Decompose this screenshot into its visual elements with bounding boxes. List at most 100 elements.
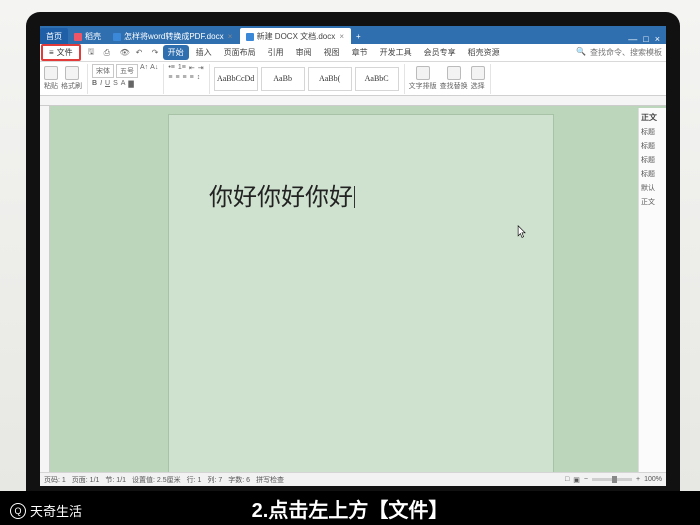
window-max-icon[interactable]: □ (643, 34, 648, 44)
style-normal[interactable]: AaBbCcDd (214, 67, 258, 91)
document-page[interactable]: 你好你好你好 (168, 114, 554, 472)
align-left-icon[interactable]: ≡ (168, 74, 172, 81)
style-item[interactable]: 标题 (641, 141, 664, 151)
word-icon (246, 33, 254, 41)
tab-view[interactable]: 视图 (319, 45, 345, 60)
title-tab-bar: 首页 稻壳 怎样将word转换成PDF.docx × 新建 DOCX 文档.do… (40, 26, 666, 44)
tab-reference[interactable]: 引用 (263, 45, 289, 60)
tab-review[interactable]: 审阅 (291, 45, 317, 60)
watermark-icon: Q (10, 503, 26, 519)
text-tools-label: 文字排版 (409, 81, 437, 91)
word-icon (113, 33, 121, 41)
number-list-icon[interactable]: 1≡ (178, 64, 186, 72)
status-line: 行: 1 (187, 475, 202, 485)
strike-icon[interactable]: S (113, 80, 118, 88)
ribbon-toolbar: 粘贴 格式刷 宋体 五号 A↑ A↓ B I U S (40, 62, 666, 96)
file-label: 文件 (57, 47, 73, 58)
watermark-text: 天奇生活 (30, 501, 82, 520)
style-item[interactable]: 标题 (641, 127, 664, 137)
redo-icon[interactable]: ↷ (147, 46, 161, 59)
undo-icon[interactable]: ↶ (131, 46, 145, 59)
status-bar: 页码: 1 页面: 1/1 节: 1/1 设置值: 2.5厘米 行: 1 列: … (40, 472, 666, 486)
tab-start[interactable]: 开始 (163, 45, 189, 60)
window-min-icon[interactable]: — (628, 34, 637, 44)
styles-pane: 正文 标题 标题 标题 标题 默认 正文 (638, 108, 666, 472)
tab-member[interactable]: 会员专享 (419, 45, 461, 60)
close-icon[interactable]: × (227, 32, 234, 41)
tab-section[interactable]: 章节 (347, 45, 373, 60)
doc-tab-2[interactable]: 新建 DOCX 文档.docx × (240, 28, 352, 44)
vertical-ruler[interactable] (40, 106, 50, 472)
home-tab[interactable]: 首页 (40, 28, 68, 44)
doc-tab-label: 稻壳 (85, 31, 101, 42)
align-justify-icon[interactable]: ≡ (190, 74, 194, 81)
style-item[interactable]: 默认 (641, 183, 664, 193)
tab-insert[interactable]: 插入 (191, 45, 217, 60)
caption-text: 2.点击左上方【文件】 (252, 494, 449, 523)
style-h1[interactable]: AaBb (261, 67, 305, 91)
status-section: 节: 1/1 (105, 475, 126, 485)
tab-dev[interactable]: 开发工具 (375, 45, 417, 60)
indent-inc-icon[interactable]: ⇥ (198, 64, 204, 72)
horizontal-ruler[interactable] (40, 96, 666, 106)
increase-font-icon[interactable]: A↑ (140, 64, 148, 78)
select-label: 选择 (471, 81, 485, 91)
zoom-in-icon[interactable]: + (636, 476, 640, 483)
italic-icon[interactable]: I (100, 80, 102, 88)
preview-icon[interactable]: 👁 (115, 46, 129, 59)
view-mode-icon[interactable]: ▣ (573, 476, 580, 484)
status-spell[interactable]: 拼写检查 (256, 475, 284, 485)
zoom-slider[interactable] (592, 478, 632, 481)
tab-layout[interactable]: 页面布局 (219, 45, 261, 60)
watermark: Q 天奇生活 (10, 501, 82, 520)
bold-icon[interactable]: B (92, 80, 97, 88)
style-item[interactable]: 标题 (641, 155, 664, 165)
view-mode-icon[interactable]: □ (565, 476, 569, 483)
underline-icon[interactable]: U (105, 80, 110, 88)
format-painter-button[interactable]: 格式刷 (61, 66, 82, 91)
status-pos: 设置值: 2.5厘米 (132, 475, 181, 485)
font-name-select[interactable]: 宋体 (92, 64, 114, 78)
close-icon[interactable]: × (338, 32, 345, 41)
doc-tab-0[interactable]: 稻壳 (68, 28, 107, 44)
print-icon[interactable]: ⎙ (99, 46, 113, 60)
window-close-icon[interactable]: × (655, 34, 660, 44)
search-placeholder[interactable]: 查找命令、搜索模板 (590, 47, 662, 58)
text-tools-button[interactable]: 文字排版 (409, 66, 437, 91)
select-button[interactable]: 选择 (471, 66, 485, 91)
search-icon[interactable]: 🔍 (576, 47, 586, 58)
window-controls: — □ × (628, 34, 666, 44)
file-menu-button[interactable]: ≡ 文件 (41, 44, 81, 61)
find-icon (447, 66, 461, 80)
styles-pane-title: 正文 (641, 112, 664, 123)
style-h3[interactable]: AaBbC (355, 67, 399, 91)
hamburger-icon: ≡ (49, 48, 54, 57)
style-h2[interactable]: AaBb( (308, 67, 352, 91)
style-item[interactable]: 标题 (641, 169, 664, 179)
doc-tab-1[interactable]: 怎样将word转换成PDF.docx × (107, 28, 240, 44)
status-pages: 页面: 1/1 (72, 475, 100, 485)
body-text: 你好你好你好 (209, 185, 353, 211)
highlight-icon[interactable]: ▇ (128, 80, 133, 88)
status-col: 列: 7 (207, 475, 222, 485)
line-spacing-icon[interactable]: ↕ (197, 74, 201, 81)
indent-dec-icon[interactable]: ⇤ (189, 64, 195, 72)
menu-bar: ≡ 文件 🖫 ⎙ 👁 ↶ ↷ 开始 插入 页面布局 引用 审阅 视图 章节 开发… (40, 44, 666, 62)
find-replace-button[interactable]: 查找替换 (440, 66, 468, 91)
style-item[interactable]: 正文 (641, 197, 664, 207)
tab-resource[interactable]: 稻壳资源 (463, 45, 505, 60)
zoom-value[interactable]: 100% (644, 476, 662, 483)
font-color-icon[interactable]: A (121, 80, 126, 88)
new-tab-button[interactable]: + (351, 28, 365, 44)
document-body-text[interactable]: 你好你好你好 (209, 177, 355, 212)
font-size-select[interactable]: 五号 (116, 64, 138, 78)
align-center-icon[interactable]: ≡ (175, 74, 179, 81)
align-right-icon[interactable]: ≡ (183, 74, 187, 81)
mouse-cursor-icon (517, 225, 527, 239)
decrease-font-icon[interactable]: A↓ (150, 64, 158, 78)
save-icon[interactable]: 🖫 (83, 44, 97, 62)
bullet-list-icon[interactable]: •≡ (168, 64, 175, 72)
paste-button[interactable]: 粘贴 (44, 66, 58, 91)
text-tools-icon (416, 66, 430, 80)
zoom-out-icon[interactable]: − (584, 476, 588, 483)
